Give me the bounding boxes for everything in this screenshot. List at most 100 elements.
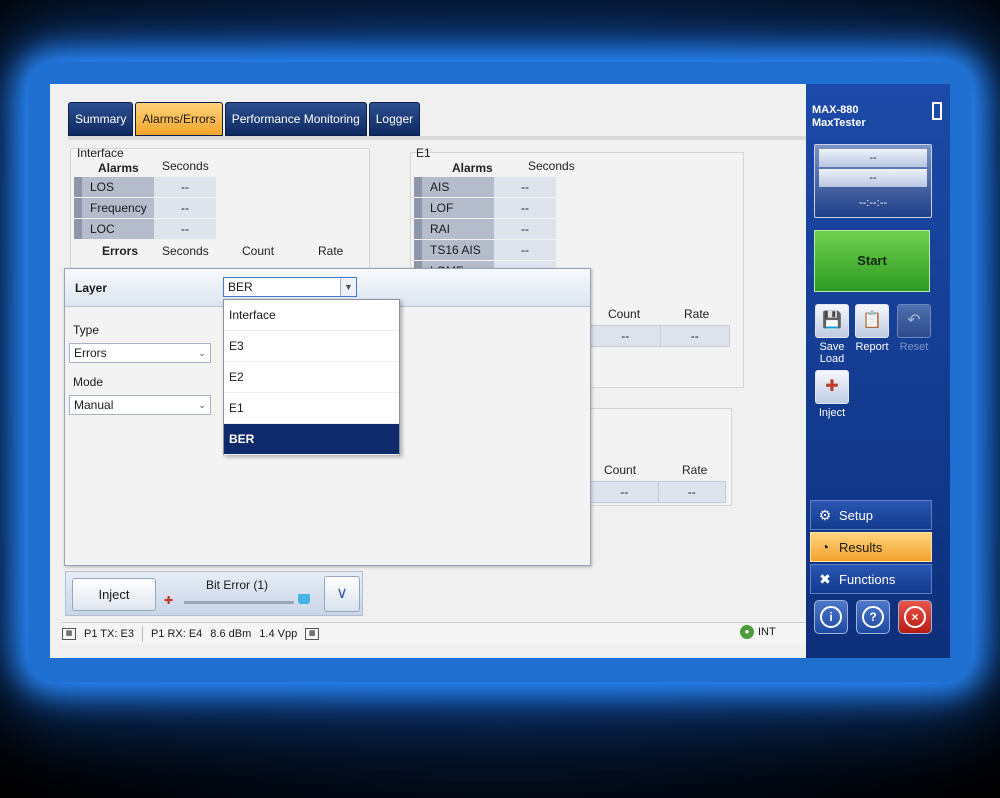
layer-option-e2[interactable]: E2: [224, 362, 399, 393]
expand-button[interactable]: ∨: [324, 576, 360, 612]
interface-alarms-header: Alarms: [98, 161, 139, 175]
alarm-seconds: --: [494, 219, 556, 239]
pie-chart-icon: ◔: [820, 539, 830, 555]
nav-setup[interactable]: ⚙ Setup: [810, 500, 932, 530]
lower-rate: --: [657, 482, 726, 502]
rx-status: P1 RX: E4: [150, 627, 203, 640]
e1-alarms-header: Alarms: [452, 161, 493, 175]
syringe-icon: ✚: [164, 595, 174, 607]
inject-config-dialog: Layer BER ▼ Type Errors ⌄ Mode Manual ⌄ …: [64, 268, 591, 566]
alarm-row: TS16 AIS --: [414, 240, 556, 260]
bit-error-label: Bit Error (1): [206, 578, 269, 592]
mode-select-value: Manual: [74, 398, 114, 412]
rx-power: 8.6 dBm: [210, 627, 252, 640]
alarm-row: AIS --: [414, 177, 556, 197]
e1-errors-rate-header: Rate: [684, 307, 710, 321]
alarm-label: LOF: [414, 198, 494, 218]
chevron-down-icon[interactable]: ⌄: [194, 344, 210, 362]
test-status-box: -- -- --:--:--: [814, 144, 932, 218]
inject-bar: Inject Bit Error (1) ✚ ∨: [65, 571, 363, 616]
double-chevron-down-icon: ∨: [336, 585, 348, 602]
alarm-label: LOS: [74, 177, 154, 197]
e1-errors-values: -- --: [590, 325, 730, 347]
type-select[interactable]: Errors ⌄: [69, 343, 211, 363]
e1-errors-count: --: [621, 329, 630, 343]
tab-alarms-errors[interactable]: Alarms/Errors: [135, 102, 223, 136]
tools-icon: ✖: [819, 571, 831, 587]
info-button[interactable]: i: [814, 600, 848, 634]
layer-dropdown-list: Interface E3 E2 E1 BER: [223, 299, 400, 455]
start-button[interactable]: Start: [814, 230, 930, 292]
chevron-down-icon[interactable]: ▼: [340, 278, 356, 296]
interface-seconds-header: Seconds: [162, 159, 209, 173]
inject-button[interactable]: Inject: [72, 578, 156, 611]
tab-underline: [68, 136, 806, 140]
layer-option-e3[interactable]: E3: [224, 331, 399, 362]
e1-errors-count-header: Count: [608, 307, 641, 321]
status-line-1: --: [819, 149, 927, 167]
e1-alarms-grid: AIS -- LOF -- RAI -- TS16 AIS -- LOMF --: [414, 177, 556, 269]
save-label: Save: [819, 341, 845, 353]
cup-icon: [298, 594, 310, 604]
floppy-icon: 💾: [815, 304, 849, 338]
interface-rate-header: Rate: [318, 244, 344, 258]
layer-option-e1[interactable]: E1: [224, 393, 399, 424]
info-icon: i: [820, 606, 842, 628]
report-label: Report: [855, 341, 889, 353]
type-label: Type: [73, 323, 100, 337]
sidebar-inject-button[interactable]: ✚ Inject: [812, 370, 852, 419]
alarm-row: LOC --: [74, 219, 216, 239]
status-divider: [141, 625, 143, 642]
reset-label: Reset: [899, 341, 929, 353]
alarm-label: AIS: [414, 177, 494, 197]
close-button[interactable]: ×: [898, 600, 932, 634]
layer-select[interactable]: BER ▼: [223, 277, 357, 297]
clipboard-icon: 📋: [855, 304, 889, 338]
alarm-label: RAI: [414, 219, 494, 239]
alarm-row: Frequency --: [74, 198, 216, 218]
tab-logger[interactable]: Logger: [368, 102, 421, 136]
error-rate-slider[interactable]: [184, 601, 294, 604]
alarm-seconds: --: [154, 219, 216, 239]
chevron-down-icon[interactable]: ⌄: [194, 396, 210, 414]
alarm-row: LOS --: [74, 177, 216, 197]
interface-errors-header: Errors: [102, 244, 139, 258]
e1-errors-rate: --: [659, 326, 730, 346]
help-button[interactable]: ?: [856, 600, 890, 634]
signal-icon: ▦: [305, 627, 320, 640]
test-timer: --:--:--: [858, 197, 888, 209]
layer-option-interface[interactable]: Interface: [224, 300, 399, 331]
alarm-seconds: --: [494, 240, 556, 260]
layer-label: Layer: [75, 281, 108, 295]
nav-results-label: Results: [839, 539, 883, 555]
clock-indicator: ● INT: [740, 625, 776, 639]
nav-setup-label: Setup: [839, 507, 873, 523]
device-model: MAX-880 MaxTester: [812, 104, 866, 130]
layer-select-value: BER: [228, 280, 253, 294]
mode-select[interactable]: Manual ⌄: [69, 395, 211, 415]
nav-results[interactable]: ◔ Results: [810, 532, 932, 562]
alarm-row: LOF --: [414, 198, 556, 218]
alarm-label: LOC: [74, 219, 154, 239]
nav-functions[interactable]: ✖ Functions: [810, 564, 932, 594]
model-name: MAX-880: [812, 104, 859, 116]
tab-performance-monitoring[interactable]: Performance Monitoring: [224, 102, 367, 136]
alarm-seconds: --: [154, 177, 216, 197]
undo-icon: ↶: [897, 304, 931, 338]
mode-label: Mode: [73, 375, 104, 389]
rx-vpp: 1.4 Vpp: [259, 627, 298, 640]
interface-title: Interface: [77, 146, 124, 160]
e1-seconds-header: Seconds: [528, 159, 575, 173]
report-button[interactable]: 📋 Report: [852, 304, 892, 353]
alarm-seconds: --: [154, 198, 216, 218]
alarm-label: Frequency: [74, 198, 154, 218]
interface-errors-seconds-header: Seconds: [162, 244, 209, 258]
syringe-icon: ✚: [815, 370, 849, 404]
tab-summary[interactable]: Summary: [68, 102, 134, 136]
help-icon: ?: [862, 606, 884, 628]
save-load-button[interactable]: 💾 Save Load: [812, 304, 852, 365]
layer-option-ber[interactable]: BER: [224, 424, 399, 455]
reset-button[interactable]: ↶ Reset: [894, 304, 934, 353]
lower-rate-header: Rate: [682, 463, 708, 477]
lower-count-header: Count: [604, 463, 637, 477]
